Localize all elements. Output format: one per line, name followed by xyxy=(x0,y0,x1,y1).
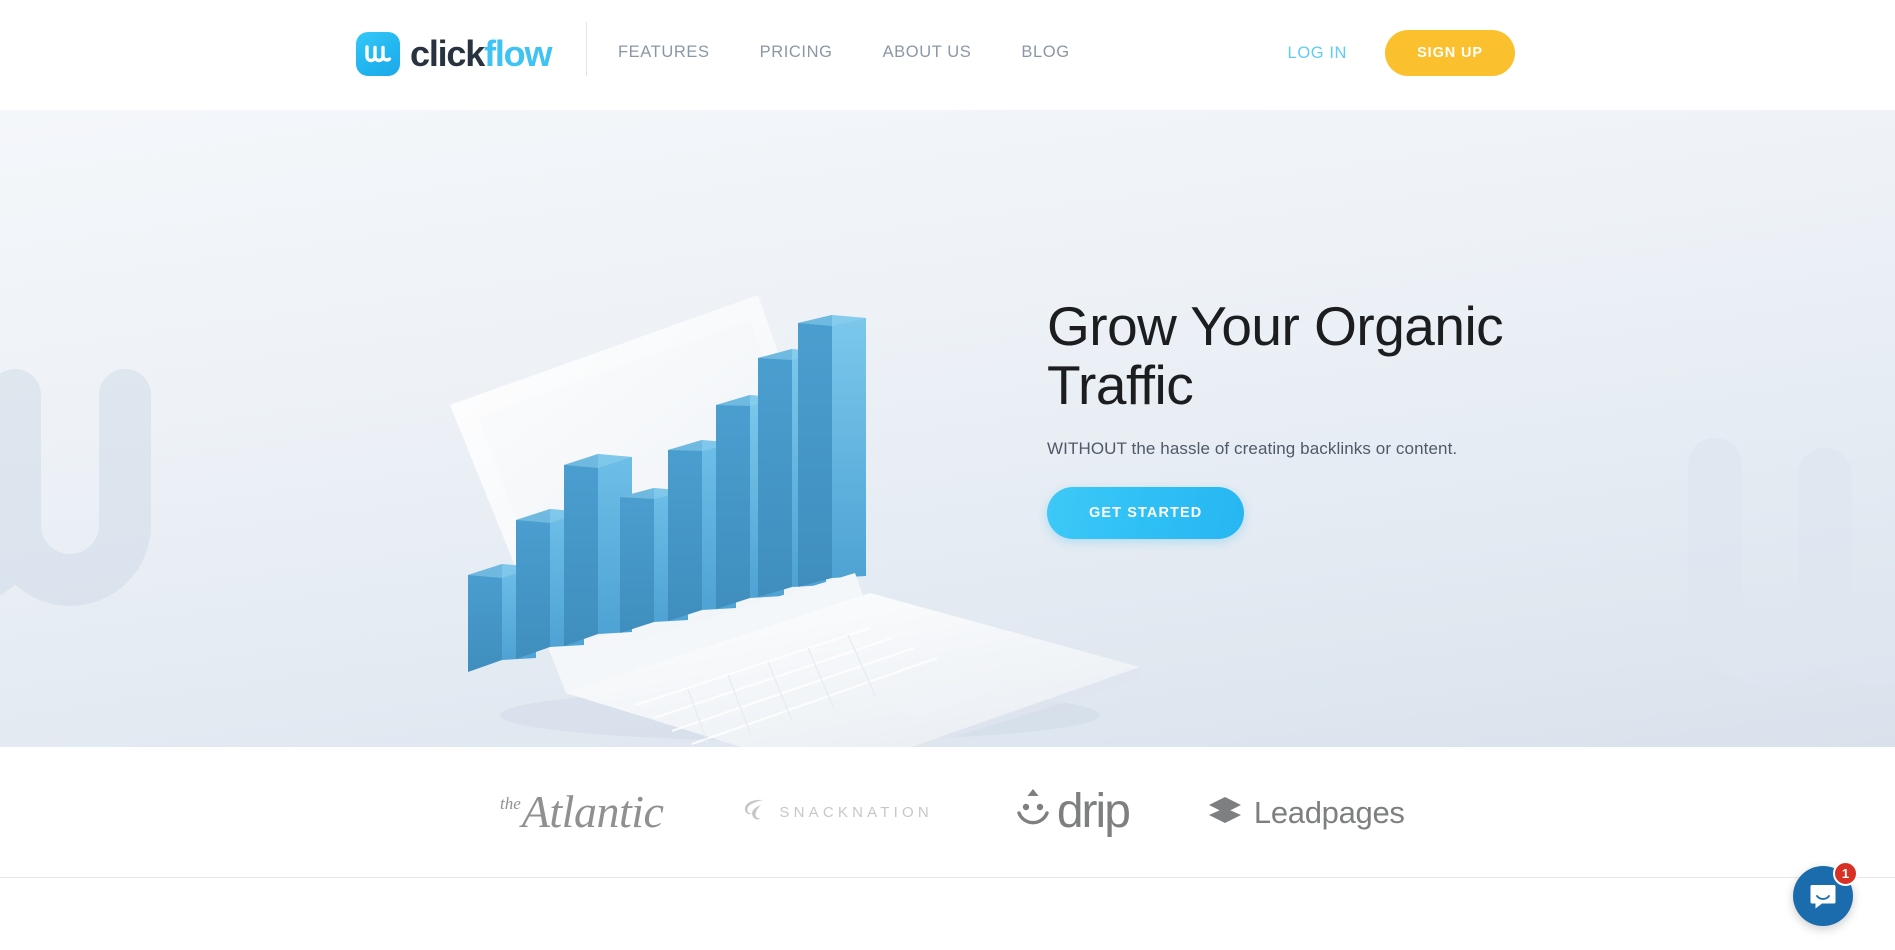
site-header: clickflow FEATURES PRICING ABOUT US BLOG… xyxy=(0,0,1895,110)
leadpages-layers-icon xyxy=(1207,794,1243,831)
brand-name-dark: click xyxy=(410,33,485,74)
client-logo-strip: the Atlantic SNACKNATION drip Leadpages xyxy=(0,747,1895,877)
header-actions: LOG IN SIGN UP xyxy=(1288,30,1515,76)
logo-snacknation: SNACKNATION xyxy=(739,796,932,829)
nav-item-blog[interactable]: BLOG xyxy=(1021,43,1069,62)
page-root: clickflow FEATURES PRICING ABOUT US BLOG… xyxy=(0,0,1895,950)
leadpages-wordmark: Leadpages xyxy=(1253,794,1405,830)
clickflow-wave-logo-icon xyxy=(356,32,400,76)
snacknation-leaf-icon xyxy=(739,796,769,829)
hero-title-line-1: Grow Your Organic xyxy=(1047,295,1504,357)
sign-up-button[interactable]: SIGN UP xyxy=(1385,30,1515,76)
drip-wordmark: drip xyxy=(1056,785,1131,838)
chat-unread-badge: 1 xyxy=(1833,861,1858,886)
brand-logo[interactable]: clickflow xyxy=(356,32,552,76)
hero-title-line-2: Traffic xyxy=(1047,354,1194,417)
hero-copy: Grow Your Organic Traffic WITHOUT the ha… xyxy=(1047,295,1567,539)
hero-watermark-left-icon xyxy=(0,335,190,665)
hero-subtitle: WITHOUT the hassle of creating backlinks… xyxy=(1047,438,1458,458)
hero-section: Grow Your Organic Traffic WITHOUT the ha… xyxy=(0,110,1895,747)
drip-smiley-icon xyxy=(1013,787,1053,838)
hero-title: Grow Your Organic Traffic xyxy=(1047,295,1567,417)
brand-name-blue: flow xyxy=(484,33,552,74)
snacknation-wordmark: SNACKNATION xyxy=(779,803,933,821)
logo-drip: drip xyxy=(1013,785,1131,838)
atlantic-wordmark: Atlantic xyxy=(521,786,664,837)
nav-item-features[interactable]: FEATURES xyxy=(618,43,710,62)
nav-item-about-us[interactable]: ABOUT US xyxy=(883,43,972,62)
logo-row: the Atlantic SNACKNATION drip Leadpages xyxy=(500,747,1405,877)
brand-wordmark: clickflow xyxy=(410,33,552,74)
logo-the-atlantic: the Atlantic xyxy=(500,786,664,837)
below-fold-area xyxy=(0,878,1895,950)
main-navigation: FEATURES PRICING ABOUT US BLOG xyxy=(618,43,1070,62)
get-started-button[interactable]: GET STARTED xyxy=(1047,486,1245,539)
hero-watermark-right-icon xyxy=(1665,410,1895,747)
header-divider xyxy=(586,22,587,76)
chat-widget[interactable]: 1 xyxy=(1793,861,1858,926)
nav-item-pricing[interactable]: PRICING xyxy=(760,43,833,62)
atlantic-prefix: the xyxy=(500,794,521,813)
logo-leadpages: Leadpages xyxy=(1207,794,1405,831)
log-in-link[interactable]: LOG IN xyxy=(1288,44,1348,63)
